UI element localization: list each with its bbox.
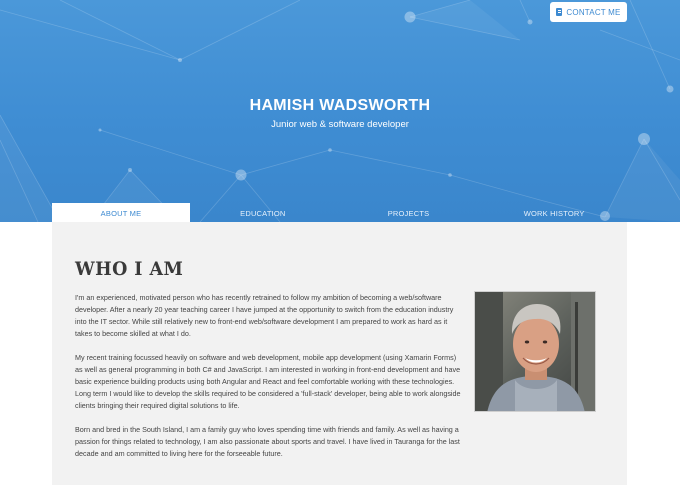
about-paragraph: Born and bred in the South Island, I am …: [75, 425, 460, 458]
contact-me-button[interactable]: CONTACT ME: [550, 2, 627, 22]
contact-me-label: CONTACT ME: [566, 7, 621, 17]
about-panel: WHO I AM I'm an experienced, motivated p…: [52, 222, 627, 485]
tab-work-history[interactable]: WORK HISTORY: [481, 203, 627, 223]
page-title: HAMISH WADSWORTH: [249, 97, 431, 114]
tab-projects[interactable]: PROJECTS: [336, 203, 482, 223]
hero-banner: CONTACT ME HAMISH WADSWORTH Junior web &…: [0, 0, 680, 222]
address-book-icon: [556, 8, 563, 16]
tab-about-me[interactable]: ABOUT ME: [52, 203, 190, 223]
section-tabs: ABOUT ME EDUCATION PROJECTS WORK HISTORY: [52, 203, 627, 223]
about-paragraph: I'm an experienced, motivated person who…: [75, 293, 454, 338]
about-paragraph: My recent training focussed heavily on s…: [75, 353, 461, 410]
about-text: I'm an experienced, motivated person who…: [75, 292, 463, 472]
tab-education[interactable]: EDUCATION: [190, 203, 336, 223]
page-subtitle: Junior web & software developer: [271, 119, 409, 130]
profile-photo: [474, 291, 596, 412]
section-heading: WHO I AM: [75, 258, 184, 280]
